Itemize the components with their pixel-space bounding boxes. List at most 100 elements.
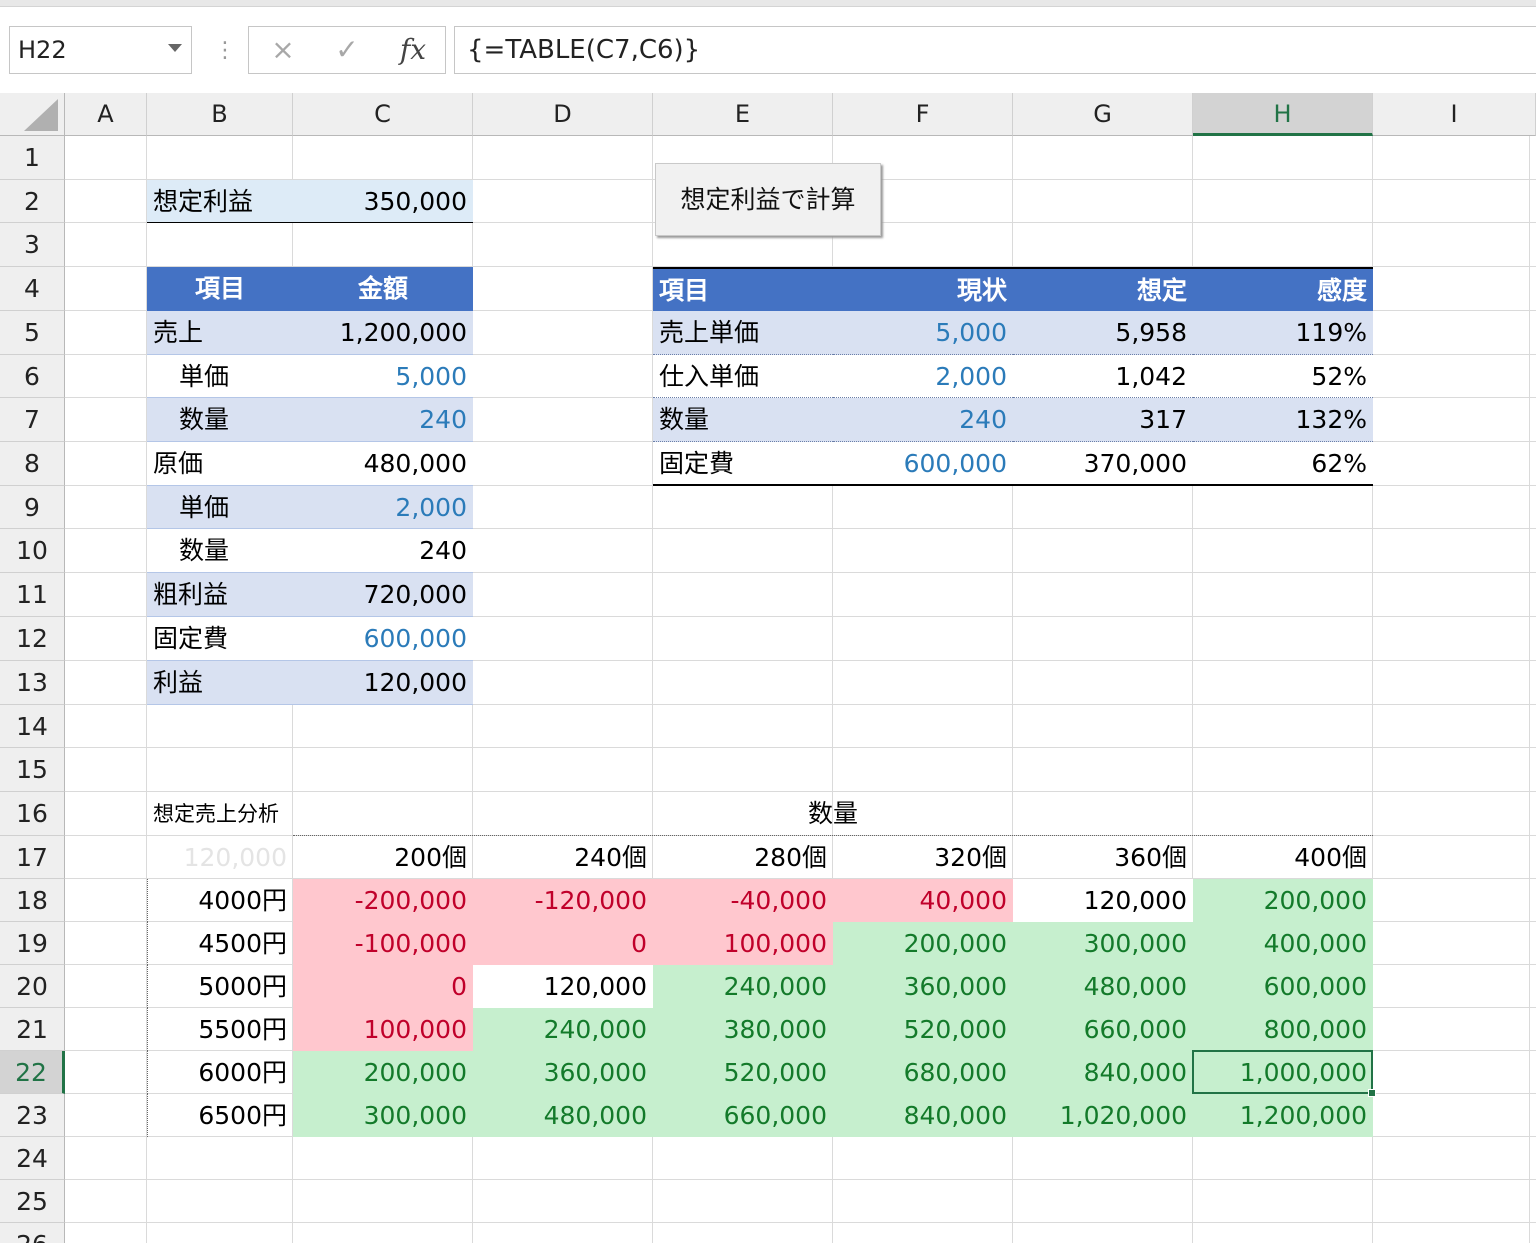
pl-row-label[interactable]: 売上: [147, 311, 293, 355]
row-header-10[interactable]: 10: [0, 529, 65, 573]
pl-row-value[interactable]: 5,000: [293, 355, 473, 398]
sens-row-label[interactable]: 仕入単価: [653, 355, 833, 398]
data-table-value[interactable]: 400,000: [1193, 922, 1373, 965]
data-table-value[interactable]: 520,000: [653, 1051, 833, 1094]
sens-row-label[interactable]: 数量: [653, 398, 833, 442]
sens-header-target[interactable]: 想定: [1013, 267, 1193, 311]
data-table-value[interactable]: 240,000: [653, 965, 833, 1008]
data-table-value[interactable]: 480,000: [473, 1094, 653, 1137]
pl-row-value[interactable]: 240: [293, 398, 473, 442]
data-table-value[interactable]: 800,000: [1193, 1008, 1373, 1051]
data-table-value[interactable]: 120,000: [473, 965, 653, 1008]
data-table-value[interactable]: 660,000: [653, 1094, 833, 1137]
data-table-quantity[interactable]: 280個: [653, 836, 833, 879]
data-table-value[interactable]: 120,000: [1013, 879, 1193, 922]
data-table-value[interactable]: 200,000: [293, 1051, 473, 1094]
row-header-15[interactable]: 15: [0, 748, 65, 792]
pl-row-label[interactable]: 固定費: [147, 617, 293, 661]
target-profit-label[interactable]: 想定利益: [147, 180, 293, 223]
pl-row-label[interactable]: 粗利益: [147, 573, 293, 617]
row-header-12[interactable]: 12: [0, 617, 65, 661]
data-table-value[interactable]: 360,000: [833, 965, 1013, 1008]
data-table-value[interactable]: 300,000: [1013, 922, 1193, 965]
data-table-value[interactable]: -200,000: [293, 879, 473, 922]
pl-row-label[interactable]: 利益: [147, 661, 293, 705]
sens-row-label[interactable]: 売上単価: [653, 311, 833, 355]
name-box[interactable]: H22: [9, 26, 192, 74]
row-header-5[interactable]: 5: [0, 311, 65, 355]
data-table-value[interactable]: 100,000: [293, 1008, 473, 1051]
column-header-f[interactable]: F: [833, 93, 1013, 136]
row-header-23[interactable]: 23: [0, 1094, 65, 1137]
enter-icon[interactable]: ✓: [317, 27, 377, 73]
select-all-corner[interactable]: [0, 93, 65, 136]
column-header-c[interactable]: C: [293, 93, 473, 136]
row-header-9[interactable]: 9: [0, 486, 65, 529]
calc-target-profit-button[interactable]: 想定利益で計算: [655, 163, 881, 236]
data-table-quantity[interactable]: 360個: [1013, 836, 1193, 879]
row-header-2[interactable]: 2: [0, 180, 65, 223]
cancel-icon[interactable]: ×: [253, 27, 313, 73]
pl-row-label[interactable]: 数量: [147, 398, 293, 442]
column-header-a[interactable]: A: [65, 93, 147, 136]
row-header-24[interactable]: 24: [0, 1137, 65, 1180]
data-table-quantity[interactable]: 320個: [833, 836, 1013, 879]
pl-row-value[interactable]: 2,000: [293, 486, 473, 529]
sens-row-target[interactable]: 317: [1013, 398, 1193, 442]
sens-row-current[interactable]: 5,000: [833, 311, 1013, 355]
data-table-value[interactable]: 200,000: [1193, 879, 1373, 922]
fill-handle[interactable]: [1368, 1089, 1376, 1097]
sens-row-current[interactable]: 600,000: [833, 442, 1013, 486]
row-header-26[interactable]: 26: [0, 1223, 65, 1243]
pl-row-value[interactable]: 720,000: [293, 573, 473, 617]
row-header-21[interactable]: 21: [0, 1008, 65, 1051]
pl-row-value[interactable]: 480,000: [293, 442, 473, 486]
row-header-18[interactable]: 18: [0, 879, 65, 922]
sens-row-current[interactable]: 2,000: [833, 355, 1013, 398]
chevron-down-icon[interactable]: [168, 44, 182, 52]
data-table-price[interactable]: 4000円: [147, 879, 293, 922]
data-table-value[interactable]: 0: [293, 965, 473, 1008]
data-table-value[interactable]: 660,000: [1013, 1008, 1193, 1051]
data-table-title[interactable]: 想定売上分析: [147, 792, 293, 836]
target-profit-value[interactable]: 350,000: [293, 180, 473, 223]
data-table-corner[interactable]: 120,000: [147, 836, 293, 879]
pl-row-label[interactable]: 単価: [147, 486, 293, 529]
row-header-8[interactable]: 8: [0, 442, 65, 486]
data-table-price[interactable]: 4500円: [147, 922, 293, 965]
pl-header-item[interactable]: 項目: [147, 267, 293, 311]
row-header-6[interactable]: 6: [0, 355, 65, 398]
data-table-value[interactable]: 380,000: [653, 1008, 833, 1051]
sens-header-item[interactable]: 項目: [653, 267, 833, 311]
data-table-value[interactable]: 100,000: [653, 922, 833, 965]
column-header-d[interactable]: D: [473, 93, 653, 136]
data-table-value[interactable]: 40,000: [833, 879, 1013, 922]
data-table-value[interactable]: 520,000: [833, 1008, 1013, 1051]
column-header-e[interactable]: E: [653, 93, 833, 136]
pl-row-value[interactable]: 120,000: [293, 661, 473, 705]
row-header-19[interactable]: 19: [0, 922, 65, 965]
data-table-price[interactable]: 5000円: [147, 965, 293, 1008]
sens-row-current[interactable]: 240: [833, 398, 1013, 442]
worksheet-grid[interactable]: ABCDEFGHI 1 2 3 4 5 6 7 8 9 10 11 12 13 14 15 16 17 18 19 2…: [0, 93, 1536, 1243]
sens-row-ratio[interactable]: 52%: [1193, 355, 1373, 398]
sens-header-ratio[interactable]: 感度: [1193, 267, 1373, 311]
row-header-22[interactable]: 22: [0, 1051, 65, 1094]
row-header-17[interactable]: 17: [0, 836, 65, 879]
data-table-quantity[interactable]: 240個: [473, 836, 653, 879]
data-table-value[interactable]: 680,000: [833, 1051, 1013, 1094]
data-table-value[interactable]: 200,000: [833, 922, 1013, 965]
pl-row-label[interactable]: 単価: [147, 355, 293, 398]
pl-row-value[interactable]: 600,000: [293, 617, 473, 661]
column-header-h[interactable]: H: [1193, 93, 1373, 136]
column-header-g[interactable]: G: [1013, 93, 1193, 136]
sens-row-target[interactable]: 5,958: [1013, 311, 1193, 355]
row-header-4[interactable]: 4: [0, 267, 65, 311]
data-table-value[interactable]: 1,200,000: [1193, 1094, 1373, 1137]
sens-row-target[interactable]: 370,000: [1013, 442, 1193, 486]
data-table-price[interactable]: 5500円: [147, 1008, 293, 1051]
insert-function-icon[interactable]: fx: [383, 27, 443, 73]
data-table-col-axis[interactable]: 数量: [293, 792, 1373, 836]
data-table-value[interactable]: 240,000: [473, 1008, 653, 1051]
data-table-value[interactable]: 840,000: [833, 1094, 1013, 1137]
